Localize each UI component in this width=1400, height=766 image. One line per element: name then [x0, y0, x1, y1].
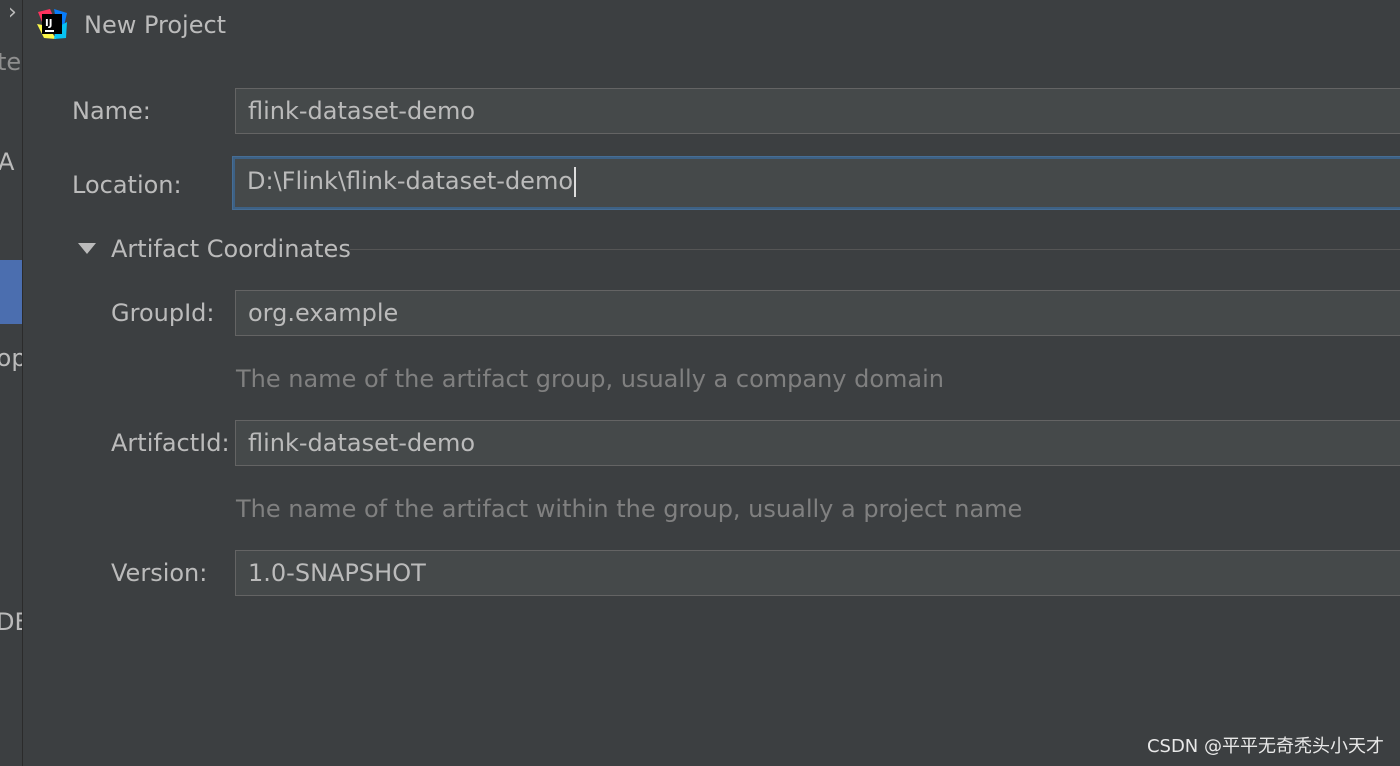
version-label: Version:: [111, 559, 208, 587]
group-id-input[interactable]: org.example: [235, 290, 1400, 336]
sidebar-fragment-te[interactable]: te: [0, 50, 21, 74]
location-input-value: D:\Flink\flink-dataset-demo: [247, 167, 574, 195]
group-id-hint: The name of the artifact group, usually …: [236, 365, 944, 393]
dialog-title: New Project: [84, 11, 227, 39]
artifact-id-input[interactable]: flink-dataset-demo: [235, 420, 1400, 466]
sidebar-fragment-lop[interactable]: lop: [0, 346, 22, 370]
version-input[interactable]: 1.0-SNAPSHOT: [235, 550, 1400, 596]
name-input-value: flink-dataset-demo: [248, 97, 476, 125]
name-label: Name:: [72, 97, 151, 125]
watermark: CSDN @平平无奇秃头小天才: [1146, 736, 1384, 757]
location-input[interactable]: D:\Flink\flink-dataset-demo: [233, 157, 1400, 209]
artifact-id-label: ArtifactId:: [111, 429, 230, 457]
location-label: Location:: [72, 171, 182, 199]
sidebar-selected-item[interactable]: [0, 260, 22, 324]
artifact-id-input-value: flink-dataset-demo: [248, 429, 476, 457]
group-id-label: GroupId:: [111, 299, 215, 327]
text-caret: [574, 167, 577, 197]
svg-text:IJ: IJ: [45, 18, 52, 29]
chevron-right-icon[interactable]: ›: [8, 2, 17, 24]
artifact-id-hint: The name of the artifact within the grou…: [236, 495, 1023, 523]
section-divider: [350, 249, 1400, 250]
group-id-input-value: org.example: [248, 299, 399, 327]
name-input[interactable]: flink-dataset-demo: [235, 88, 1400, 134]
dialog-title-bar: IJ New Project: [22, 0, 1400, 52]
sidebar-fragment-de[interactable]: DE: [0, 610, 22, 634]
expand-triangle-icon[interactable]: [78, 243, 96, 254]
artifact-coordinates-section: Artifact Coordinates: [78, 232, 1400, 266]
artifact-coordinates-title[interactable]: Artifact Coordinates: [111, 234, 351, 264]
version-input-value: 1.0-SNAPSHOT: [248, 559, 426, 587]
intellij-idea-icon: IJ: [37, 9, 67, 39]
left-sidebar-strip: › te A lop DE: [0, 0, 23, 766]
sidebar-fragment-a[interactable]: A: [0, 150, 14, 174]
